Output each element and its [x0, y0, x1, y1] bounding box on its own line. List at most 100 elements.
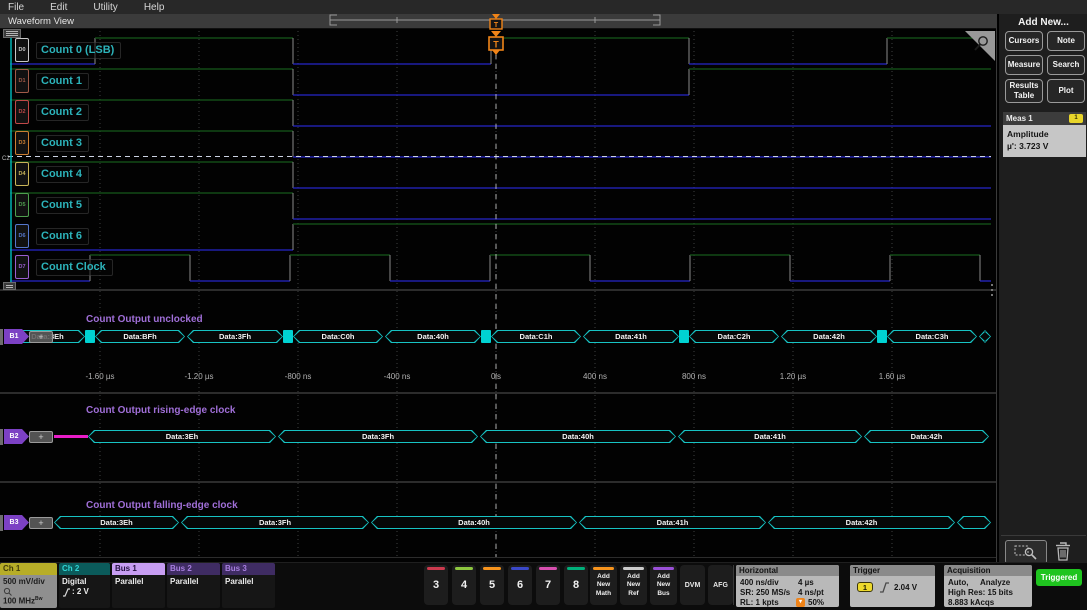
- add-new-plot-button[interactable]: Plot: [1047, 79, 1085, 103]
- menu-item-help[interactable]: Help: [144, 2, 165, 13]
- b1-expand-button[interactable]: +: [29, 331, 53, 343]
- menu-item-edit[interactable]: Edit: [50, 2, 67, 13]
- meas1-name: Amplitude: [1007, 128, 1082, 140]
- add-new-ref-button-strip: [623, 567, 644, 570]
- section-scroll-strip-2[interactable]: [0, 429, 3, 445]
- add-new-cursors-button[interactable]: Cursors: [1005, 31, 1043, 51]
- d5-name: Count 5: [36, 197, 89, 214]
- channel-label-d6[interactable]: D6Count 6: [15, 224, 89, 248]
- channel-6-label: 6: [508, 579, 532, 591]
- acquisition-panel[interactable]: Acquisition Auto, Analyze High Res: 15 b…: [944, 565, 1032, 607]
- bus2-line1: Parallel: [170, 577, 217, 587]
- menu-item-file[interactable]: File: [8, 2, 24, 13]
- d7-name: Count Clock: [36, 259, 113, 276]
- delete-button[interactable]: [1051, 539, 1075, 563]
- channel-label-d4[interactable]: D4 Count 4: [15, 162, 89, 186]
- afg-button[interactable]: AFG: [708, 565, 733, 605]
- ch2-badge[interactable]: Ch 2Digital: 2 V: [59, 563, 110, 608]
- ch1-badge[interactable]: Ch 1500 mV/div100 MHzBw: [0, 563, 57, 608]
- d5-badge[interactable]: D5: [15, 193, 29, 217]
- d4-name: Count 4: [36, 166, 89, 183]
- b1-segment-3: Data:3Fh: [187, 330, 283, 343]
- channel-4-button[interactable]: 4: [452, 565, 476, 605]
- channel-label-d0[interactable]: D0Count 0 (LSB): [15, 38, 121, 62]
- acquisition-count: 8.883 kAcqs: [948, 598, 994, 607]
- b1-segment-14: Data:C3h: [887, 330, 977, 343]
- channel-label-d7[interactable]: D7 Count Clock: [15, 255, 113, 279]
- add-new-title: Add New...: [999, 17, 1087, 28]
- digital-group-handle-bottom[interactable]: [3, 282, 16, 290]
- splitter-handle[interactable]: [991, 284, 993, 296]
- add-new-search-button[interactable]: Search: [1047, 55, 1085, 75]
- channel-8-label: 8: [564, 579, 588, 591]
- channel-8-color-strip: [567, 567, 585, 570]
- b1-label: Count Output unclocked: [86, 314, 203, 325]
- channel-6-button[interactable]: 6: [508, 565, 532, 605]
- section-scroll-strip-1[interactable]: [0, 329, 3, 345]
- b1-segment-value-8: Data:C1h: [492, 331, 580, 342]
- channel-7-label: 7: [536, 579, 560, 591]
- meas1-panel[interactable]: Meas 1 1 Amplitude µ': 3.723 V: [1003, 112, 1086, 157]
- digital-group-handle[interactable]: [3, 29, 21, 38]
- channel-7-button[interactable]: 7: [536, 565, 560, 605]
- d7-badge[interactable]: D7: [15, 255, 29, 279]
- bus2-badge[interactable]: Bus 2Parallel: [167, 563, 220, 608]
- add-new-results-table-button[interactable]: Results Table: [1005, 79, 1043, 103]
- section-scroll-strip-3[interactable]: [0, 515, 3, 531]
- b3-expand-button[interactable]: +: [29, 517, 53, 529]
- dvm-button[interactable]: DVM: [680, 565, 705, 605]
- b1-transition-1: [85, 330, 95, 343]
- d1-badge[interactable]: D1: [15, 69, 29, 93]
- b1-segment-value-12: Data:42h: [782, 331, 876, 342]
- acquisition-mode: Auto,: [948, 578, 968, 587]
- d3-badge[interactable]: D3: [15, 131, 29, 155]
- add-new-note-button[interactable]: Note: [1047, 31, 1085, 51]
- channel-label-d1[interactable]: D1Count 1: [15, 69, 89, 93]
- channel-label-d5[interactable]: D5 Count 5: [15, 193, 89, 217]
- b2-segment-2: Data:3Fh: [278, 430, 478, 443]
- channel-8-button[interactable]: 8: [564, 565, 588, 605]
- trigger-title: Trigger: [850, 565, 935, 576]
- horizontal-sample-rate: SR: 250 MS/s: [740, 588, 790, 597]
- ch2-line1: Digital: [62, 577, 107, 587]
- b3-segment-value-5: [958, 517, 990, 528]
- b1-segment-8: Data:C1h: [491, 330, 581, 343]
- oscilloscope-app: FileEditUtilityHelp Waveform View C2 D0C…: [0, 0, 1087, 610]
- waveform-area[interactable]: C2 D0Count 0 (LSB)D1Count 1D2Count 2D3Co…: [0, 29, 997, 558]
- b2-expand-button[interactable]: +: [29, 431, 53, 443]
- d0-badge[interactable]: D0: [15, 38, 29, 62]
- waveform-view-tab[interactable]: Waveform View: [0, 14, 997, 29]
- d2-badge[interactable]: D2: [15, 100, 29, 124]
- add-new-bus-button[interactable]: AddNewBus: [650, 565, 677, 605]
- waveform-plot: C2: [0, 29, 997, 558]
- trigger-panel[interactable]: Trigger 1 2.04 V: [850, 565, 935, 607]
- bus1-badge[interactable]: Bus 1Parallel: [112, 563, 165, 608]
- add-new-math-button-strip: [593, 567, 614, 570]
- menu-item-utility[interactable]: Utility: [93, 2, 117, 13]
- bus3-badge[interactable]: Bus 3Parallel: [222, 563, 275, 608]
- ch1-badge-title: Ch 1: [0, 563, 57, 575]
- zoom-box-button[interactable]: [1005, 540, 1047, 564]
- add-new-math-button[interactable]: AddNewMath: [590, 565, 617, 605]
- b3-segment-value-0: Data:3Eh: [55, 517, 178, 528]
- ch2-badge-title: Ch 2: [59, 563, 110, 575]
- ch1-probe-row: [3, 587, 54, 596]
- add-new-measure-button[interactable]: Measure: [1005, 55, 1043, 75]
- add-new-bus-button-strip: [653, 567, 674, 570]
- horizontal-panel[interactable]: Horizontal 400 ns/div 4 µs SR: 250 MS/s …: [736, 565, 839, 607]
- b1-transition-10: [679, 330, 689, 343]
- rising-edge-icon: [879, 582, 890, 593]
- d6-badge[interactable]: D6: [15, 224, 29, 248]
- horizontal-record-length: RL: 1 kpts: [740, 598, 779, 607]
- meas1-value: µ': 3.723 V: [1007, 140, 1082, 152]
- channel-label-d2[interactable]: D2Count 2: [15, 100, 89, 124]
- channel-5-button[interactable]: 5: [480, 565, 504, 605]
- b1-segment-5: Data:C0h: [293, 330, 383, 343]
- channel-label-d3[interactable]: D3Count 3: [15, 131, 89, 155]
- channel-3-button[interactable]: 3: [424, 565, 448, 605]
- probe-icon: [3, 587, 12, 596]
- d4-badge[interactable]: D4: [15, 162, 29, 186]
- acquisition-title: Acquisition: [944, 565, 1032, 576]
- add-new-ref-button[interactable]: AddNewRef: [620, 565, 647, 605]
- time-axis-label-7: 1.20 µs: [780, 372, 806, 381]
